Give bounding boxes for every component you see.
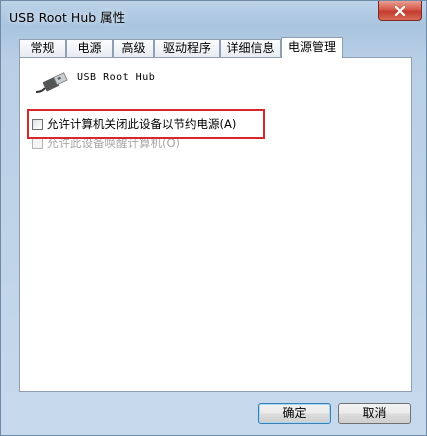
window-title: USB Root Hub 属性: [9, 10, 126, 25]
title-bar[interactable]: USB Root Hub 属性: [1, 1, 427, 29]
properties-dialog: USB Root Hub 属性 常规 电源 高级 驱动程序 详细信息 电源管理 …: [0, 0, 427, 436]
tab-advanced[interactable]: 高级: [113, 39, 154, 57]
tab-power[interactable]: 电源: [66, 39, 113, 57]
close-icon: [394, 5, 406, 16]
usb-connector-icon: [35, 72, 68, 93]
tab-details[interactable]: 详细信息: [220, 39, 281, 57]
close-button[interactable]: [378, 1, 422, 21]
tab-driver[interactable]: 驱动程序: [154, 39, 220, 57]
tab-power-management[interactable]: 电源管理: [281, 37, 343, 58]
cancel-button[interactable]: 取消: [338, 403, 411, 424]
tab-general[interactable]: 常规: [19, 39, 66, 57]
device-name: USB Root Hub: [77, 72, 156, 83]
ok-button[interactable]: 确定: [258, 403, 331, 424]
allow-wake-checkbox: [32, 137, 43, 149]
power-management-panel: USB Root Hub 允许计算机关闭此设备以节约电源(A) 允许此设备唤醒计…: [19, 57, 412, 392]
highlight-box: [27, 109, 265, 139]
